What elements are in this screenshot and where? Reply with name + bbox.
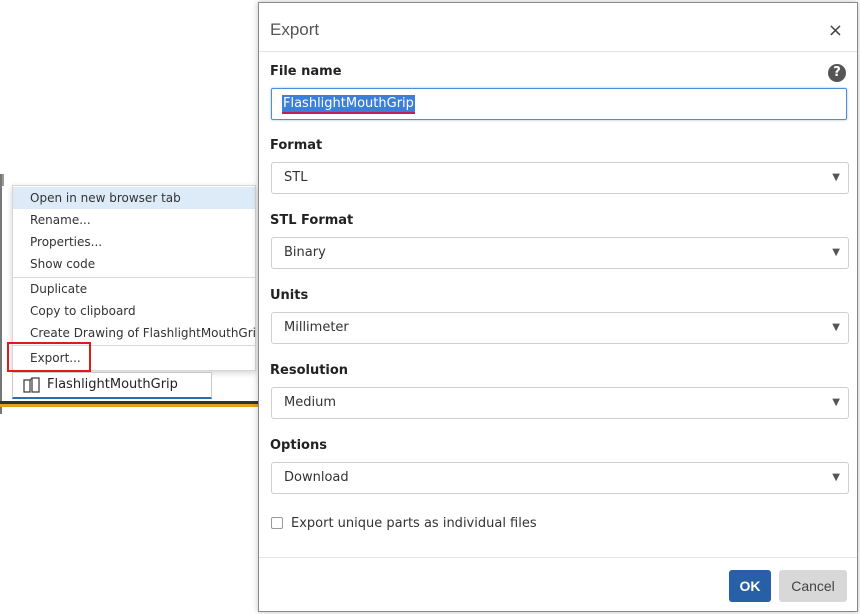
units-select[interactable]: Millimeter ▼ (271, 312, 849, 344)
stl-format-select[interactable]: Binary ▼ (271, 237, 849, 269)
menu-item-copy-to-clipboard[interactable]: Copy to clipboard (13, 300, 255, 322)
options-label: Options (270, 438, 327, 453)
menu-item-rename[interactable]: Rename... (13, 209, 255, 231)
menu-item-open-new-tab[interactable]: Open in new browser tab (13, 187, 255, 209)
menu-item-label: Copy to clipboard (30, 304, 136, 318)
part-studio-tab[interactable]: FlashlightMouthGrip (12, 372, 212, 399)
tab-label: FlashlightMouthGrip (47, 377, 178, 392)
options-select[interactable]: Download ▼ (271, 462, 849, 494)
units-value: Millimeter (284, 320, 349, 335)
close-icon[interactable]: × (828, 22, 843, 40)
stl-format-label: STL Format (270, 213, 354, 228)
menu-item-label: Create Drawing of FlashlightMouthGrip... (30, 326, 255, 340)
dialog-footer: OK Cancel (259, 557, 857, 612)
menu-item-properties[interactable]: Properties... (13, 231, 255, 253)
dialog-header: Export × (259, 3, 857, 52)
menu-item-label: Rename... (30, 213, 91, 227)
format-label: Format (270, 138, 323, 153)
chevron-down-icon: ▼ (832, 322, 840, 333)
units-label: Units (270, 288, 309, 303)
export-unique-parts-label: Export unique parts as individual files (291, 516, 537, 531)
dialog-title: Export (270, 20, 320, 39)
menu-item-label: Properties... (30, 235, 103, 249)
menu-item-label: Open in new browser tab (30, 191, 181, 205)
cancel-button[interactable]: Cancel (779, 570, 847, 602)
export-unique-parts-row[interactable]: Export unique parts as individual files (271, 516, 537, 531)
resolution-select[interactable]: Medium ▼ (271, 387, 849, 419)
file-name-label: File name (270, 64, 342, 79)
resolution-label: Resolution (270, 363, 349, 378)
options-value: Download (284, 470, 349, 485)
export-annotation-box (7, 342, 91, 372)
menu-item-duplicate[interactable]: Duplicate (13, 278, 255, 300)
menu-item-create-drawing[interactable]: Create Drawing of FlashlightMouthGrip... (13, 322, 255, 344)
menu-item-label: Show code (30, 257, 96, 271)
export-dialog: Export × File name ? FlashlightMouthGrip… (258, 2, 858, 612)
chevron-down-icon: ▼ (832, 472, 840, 483)
background-panel-edge (0, 174, 2, 414)
tab-bar-accent (0, 404, 258, 407)
stl-format-value: Binary (284, 245, 326, 260)
export-unique-parts-checkbox[interactable] (271, 516, 283, 529)
part-studio-icon (23, 377, 40, 393)
chevron-down-icon: ▼ (832, 172, 840, 183)
resolution-value: Medium (284, 395, 336, 410)
ok-button[interactable]: OK (729, 570, 771, 602)
chevron-down-icon: ▼ (832, 247, 840, 258)
menu-item-label: Duplicate (30, 282, 88, 296)
chevron-down-icon: ▼ (832, 397, 840, 408)
file-name-value: FlashlightMouthGrip (282, 95, 415, 114)
format-select[interactable]: STL ▼ (271, 162, 849, 194)
format-value: STL (284, 170, 308, 185)
file-name-input[interactable]: FlashlightMouthGrip (271, 88, 847, 120)
help-icon[interactable]: ? (828, 64, 846, 82)
menu-item-show-code[interactable]: Show code (13, 253, 255, 275)
